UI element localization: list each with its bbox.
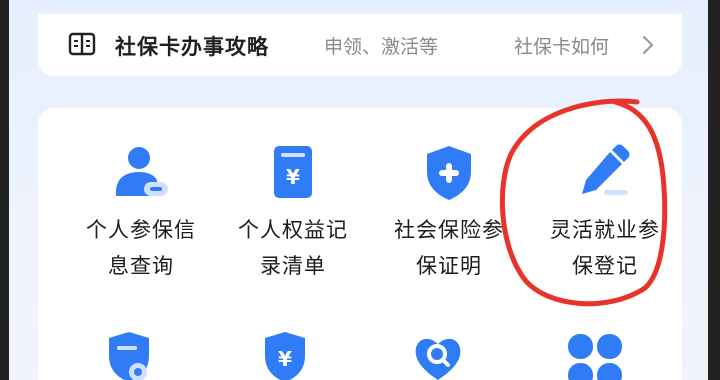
- services-grid-card: 个人参保信 息查询 ¥ 个人权益记 录清单 社会保险参 保证明 灵活就业参 保登…: [38, 108, 682, 380]
- service-label: 保登记: [572, 254, 638, 278]
- service-label: 灵活就业参: [550, 218, 660, 242]
- chevron-right-icon[interactable]: [642, 34, 654, 56]
- social-security-card-panel: 社保卡办事攻略 申领、激活等 社保卡如何: [38, 0, 682, 76]
- heart-search-icon[interactable]: [410, 330, 466, 380]
- yuan-document-icon: ¥: [274, 146, 312, 198]
- card-strategy-row[interactable]: 社保卡办事攻略 申领、激活等 社保卡如何: [38, 22, 682, 66]
- strategy-title: 社保卡办事攻略: [115, 35, 269, 59]
- service-label: 个人权益记: [238, 218, 348, 242]
- svg-text:¥: ¥: [278, 347, 292, 371]
- service-label: 个人参保信: [86, 218, 196, 242]
- service-personal-insurance-query[interactable]: 个人参保信 息查询: [66, 142, 216, 284]
- left-frame-edge: [0, 0, 9, 380]
- grid-apps-icon[interactable]: [564, 330, 626, 380]
- marquee-item[interactable]: 社保卡如何: [514, 32, 609, 59]
- strategy-marquee[interactable]: 申领、激活等 社保卡如何: [324, 32, 644, 60]
- pencil-edit-icon: [582, 144, 630, 195]
- service-label: 录清单: [260, 254, 326, 278]
- service-label: 社会保险参: [394, 218, 504, 242]
- svg-text:¥: ¥: [286, 165, 300, 189]
- document-search-icon[interactable]: [104, 330, 154, 380]
- card-header-band: [38, 0, 682, 14]
- service-rights-record-list[interactable]: ¥ 个人权益记 录清单: [218, 142, 368, 284]
- service-flexible-employment-registration[interactable]: 灵活就业参 保登记: [530, 142, 680, 284]
- service-label: 息查询: [108, 254, 174, 278]
- service-label: 保证明: [416, 254, 482, 278]
- shield-plus-icon: [427, 146, 471, 200]
- user-minus-icon: [116, 147, 168, 196]
- service-insurance-certificate[interactable]: 社会保险参 保证明: [374, 142, 524, 284]
- marquee-item[interactable]: 申领、激活等: [324, 32, 438, 59]
- book-icon: [68, 32, 96, 56]
- right-frame-edge: [708, 0, 720, 380]
- shield-yuan-icon[interactable]: ¥: [260, 330, 310, 380]
